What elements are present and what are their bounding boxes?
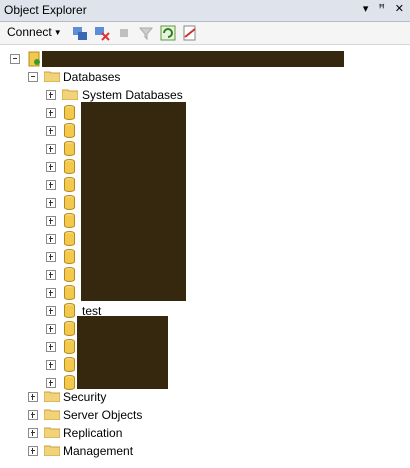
expand-icon[interactable] [46,180,56,190]
folder-icon [44,71,60,82]
server-objects-label: Server Objects [63,408,143,422]
connect-label: Connect [7,25,52,39]
redacted-database-names [77,316,168,389]
summary-report-icon[interactable] [182,25,198,41]
refresh-icon[interactable] [160,25,176,41]
expand-icon[interactable] [28,446,38,456]
database-icon [64,231,75,246]
collapse-icon[interactable] [10,54,20,64]
databases-label: Databases [63,70,121,84]
connect-dropdown-icon[interactable]: ▼ [54,28,62,37]
expand-icon[interactable] [46,234,56,244]
object-explorer-titlebar: Object Explorer ▾ ꟸ ✕ [0,0,410,22]
tree-node-security[interactable]: Security [0,388,410,406]
expand-icon[interactable] [46,306,56,316]
expand-icon[interactable] [46,144,56,154]
database-icon [64,195,75,210]
folder-icon [44,445,60,456]
database-icon [64,339,75,354]
expand-icon[interactable] [46,252,56,262]
expand-icon[interactable] [46,378,56,388]
expand-icon[interactable] [46,108,56,118]
expand-icon[interactable] [46,324,56,334]
expand-icon[interactable] [28,428,38,438]
expand-icon[interactable] [28,392,38,402]
folder-icon [44,427,60,438]
expand-icon[interactable] [46,216,56,226]
tree-node-system-databases[interactable]: System Databases [0,86,410,104]
expand-icon[interactable] [46,270,56,280]
database-icon [64,123,75,138]
auto-hide-pin-icon[interactable]: ꟸ [378,2,384,15]
database-icon [64,285,75,300]
database-icon [64,177,75,192]
replication-label: Replication [63,426,123,440]
expand-icon[interactable] [46,126,56,136]
window-position-dropdown-icon[interactable]: ▾ [363,2,369,15]
database-icon [64,249,75,264]
database-icon [64,213,75,228]
expand-icon[interactable] [46,162,56,172]
window-controls: ▾ ꟸ ✕ [363,2,404,15]
management-label: Management [63,444,134,458]
folder-icon [44,409,60,420]
tree-node-databases[interactable]: Databases [0,68,410,86]
expand-icon[interactable] [28,410,38,420]
database-icon [64,159,75,174]
tree-node-server[interactable] [0,50,410,68]
tree-node-server-objects[interactable]: Server Objects [0,406,410,424]
database-icon [64,141,75,156]
disconnect-icon[interactable] [94,25,110,41]
stop-icon[interactable] [116,25,132,41]
close-icon[interactable]: ✕ [395,2,404,15]
database-icon [64,357,75,372]
database-icon [64,105,75,120]
redacted-database-names [81,102,186,301]
expand-icon[interactable] [46,288,56,298]
database-icon [64,267,75,282]
tree-node-replication[interactable]: Replication [0,424,410,442]
tree-node-management[interactable]: Management [0,442,410,460]
folder-icon [44,391,60,402]
security-label: Security [63,390,107,404]
expand-icon[interactable] [46,198,56,208]
expand-icon[interactable] [46,360,56,370]
folder-icon [62,89,78,100]
server-icon [28,51,40,67]
connect-object-explorer-icon[interactable] [72,25,88,41]
redacted-server-name [42,51,344,67]
window-title: Object Explorer [4,3,87,17]
expand-icon[interactable] [46,342,56,352]
collapse-icon[interactable] [28,72,38,82]
database-icon [64,303,75,318]
system-databases-label: System Databases [82,88,183,102]
connect-button[interactable]: Connect ▼ [7,25,62,39]
expand-icon[interactable] [46,90,56,100]
filter-icon[interactable] [138,25,154,41]
object-explorer-toolbar: Connect ▼ [0,22,410,45]
database-icon [64,321,75,336]
